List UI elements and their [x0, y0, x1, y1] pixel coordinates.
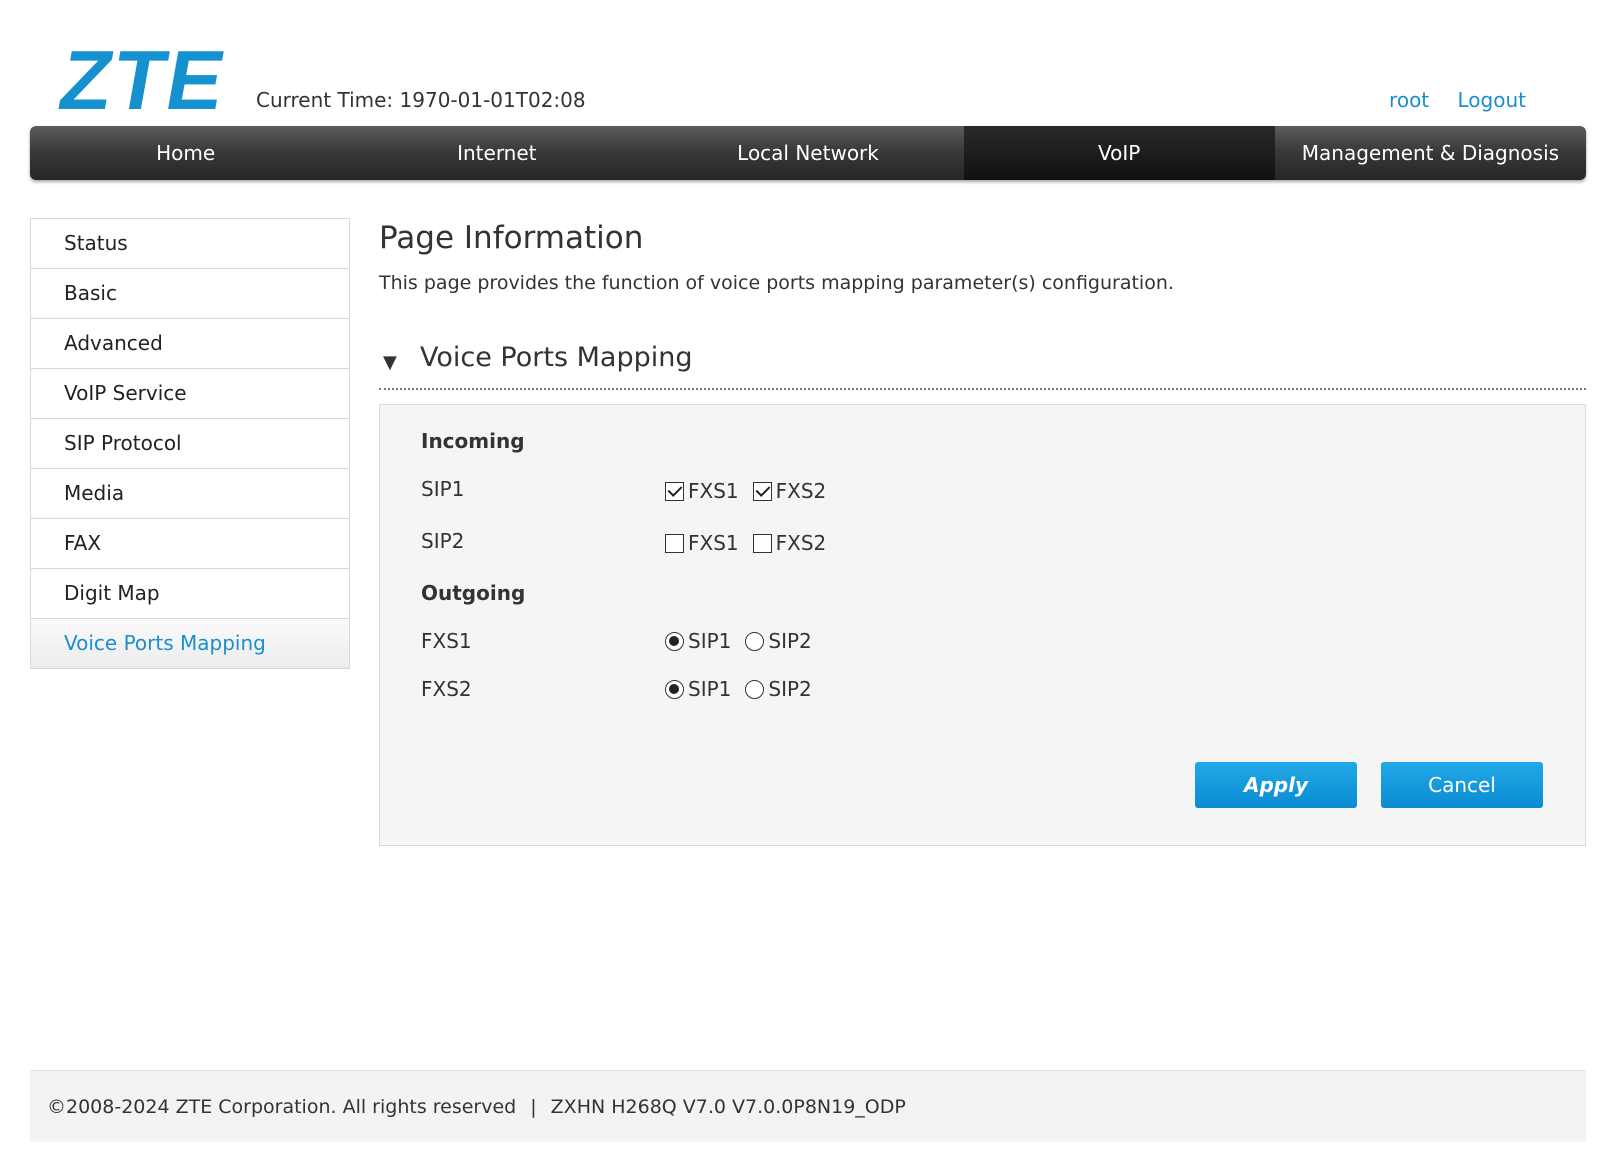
- sidebar-item-basic[interactable]: Basic: [31, 269, 349, 319]
- incoming-sip1-options: FXS1 FXS2: [665, 479, 840, 503]
- collapse-triangle-icon[interactable]: ▼: [383, 352, 397, 373]
- fxs1-sip1-option[interactable]: SIP1: [665, 629, 731, 653]
- sip2-fxs2-checkbox[interactable]: [752, 533, 772, 553]
- radio-label: SIP2: [768, 629, 812, 653]
- sidebar-item-advanced[interactable]: Advanced: [31, 319, 349, 369]
- outgoing-fxs2-options: SIP1 SIP2: [665, 677, 826, 701]
- sidebar-item-sip-protocol[interactable]: SIP Protocol: [31, 419, 349, 469]
- apply-button[interactable]: Apply: [1195, 762, 1357, 808]
- fxs2-sip1-option[interactable]: SIP1: [665, 677, 731, 701]
- sip2-fxs1-option[interactable]: FXS1: [665, 531, 739, 555]
- section-header[interactable]: ▼ Voice Ports Mapping: [379, 342, 1586, 390]
- sidebar-item-status[interactable]: Status: [31, 219, 349, 269]
- radio-label: SIP2: [768, 677, 812, 701]
- firmware-version: ZXHN H268Q V7.0 V7.0.0P8N19_ODP: [550, 1096, 906, 1118]
- radio-label: SIP1: [688, 629, 732, 653]
- sip1-fxs1-checkbox[interactable]: [665, 481, 684, 501]
- fxs1-sip2-radio[interactable]: [745, 631, 765, 651]
- voice-ports-mapping-panel: Incoming SIP1 FXS1 FXS2 SIP2 FXS1 FXS2 O…: [379, 404, 1586, 846]
- checkbox-label: FXS2: [775, 531, 827, 555]
- top-navigation: Home Internet Local Network VoIP Managem…: [30, 126, 1586, 180]
- sidebar-item-voip-service[interactable]: VoIP Service: [31, 369, 349, 419]
- footer-separator: |: [530, 1096, 537, 1118]
- page-description: This page provides the function of voice…: [379, 272, 1174, 294]
- fxs2-sip2-option[interactable]: SIP2: [745, 677, 812, 701]
- sip2-fxs2-option[interactable]: FXS2: [752, 531, 827, 555]
- footer: ©2008-2024 ZTE Corporation. All rights r…: [30, 1070, 1586, 1142]
- outgoing-fxs1-options: SIP1 SIP2: [665, 629, 826, 653]
- outgoing-row-label: FXS1: [421, 629, 472, 653]
- tab-home[interactable]: Home: [30, 126, 341, 180]
- fxs1-sip2-option[interactable]: SIP2: [745, 629, 812, 653]
- fxs2-sip2-radio[interactable]: [745, 679, 765, 699]
- incoming-row-label: SIP1: [421, 477, 465, 501]
- radio-label: SIP1: [688, 677, 732, 701]
- sidebar: Status Basic Advanced VoIP Service SIP P…: [30, 218, 350, 669]
- sidebar-item-fax[interactable]: FAX: [31, 519, 349, 569]
- cancel-button[interactable]: Cancel: [1381, 762, 1543, 808]
- incoming-label: Incoming: [421, 429, 525, 453]
- sip1-fxs1-option[interactable]: FXS1: [665, 479, 739, 503]
- logout-link[interactable]: Logout: [1458, 88, 1526, 112]
- sip2-fxs1-checkbox[interactable]: [665, 533, 684, 553]
- incoming-row-label: SIP2: [421, 529, 465, 553]
- tab-voip[interactable]: VoIP: [963, 126, 1275, 180]
- zte-logo: ZTE: [52, 33, 234, 127]
- page-title: Page Information: [379, 220, 644, 256]
- fxs2-sip1-radio[interactable]: [665, 679, 684, 699]
- user-link[interactable]: root: [1389, 88, 1429, 112]
- user-links: root Logout: [1367, 88, 1526, 112]
- sidebar-item-voice-ports-mapping[interactable]: Voice Ports Mapping: [31, 619, 349, 668]
- sidebar-item-digit-map[interactable]: Digit Map: [31, 569, 349, 619]
- section-title: Voice Ports Mapping: [420, 342, 693, 373]
- checkbox-label: FXS1: [688, 531, 739, 555]
- fxs1-sip1-radio[interactable]: [665, 631, 684, 651]
- sip1-fxs2-option[interactable]: FXS2: [752, 479, 827, 503]
- sidebar-item-media[interactable]: Media: [31, 469, 349, 519]
- current-time: Current Time: 1970-01-01T02:08: [256, 88, 586, 112]
- tab-management-diagnosis[interactable]: Management & Diagnosis: [1275, 126, 1586, 180]
- checkbox-label: FXS1: [688, 479, 739, 503]
- sip1-fxs2-checkbox[interactable]: [752, 481, 772, 501]
- outgoing-row-label: FXS2: [421, 677, 472, 701]
- incoming-sip2-options: FXS1 FXS2: [665, 531, 840, 555]
- outgoing-label: Outgoing: [421, 581, 526, 605]
- tab-local-network[interactable]: Local Network: [652, 126, 963, 180]
- copyright-text: ©2008-2024 ZTE Corporation. All rights r…: [47, 1096, 517, 1118]
- checkbox-label: FXS2: [775, 479, 827, 503]
- tab-internet[interactable]: Internet: [341, 126, 652, 180]
